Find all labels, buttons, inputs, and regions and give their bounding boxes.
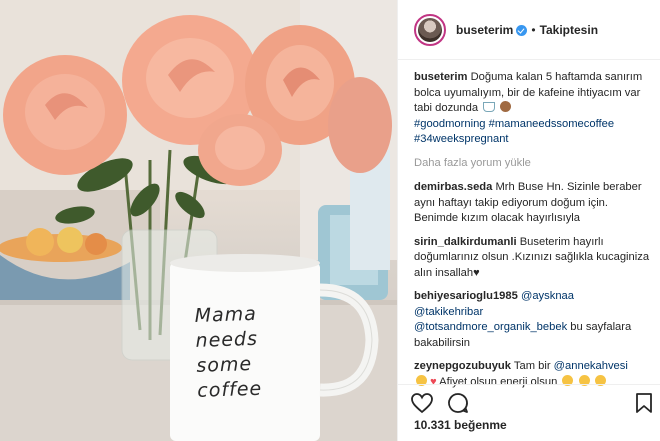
- bookmark-icon[interactable]: [632, 391, 656, 415]
- see-no-evil-monkey-emoji-icon: [500, 101, 512, 112]
- comment-text: Tam bir: [513, 360, 551, 372]
- comment-username[interactable]: demirbas.seda: [414, 181, 492, 193]
- comment-list: buseterim Doğuma kalan 5 haftamda sanırı…: [414, 70, 650, 398]
- comment: behiyesarioglu1985 @aysknaa @takikehriba…: [414, 289, 650, 351]
- heart-icon[interactable]: [410, 391, 434, 415]
- post-sidebar: buseterim • Takiptesin buseterim Doğuma …: [397, 0, 660, 441]
- post-header: buseterim • Takiptesin: [398, 0, 660, 60]
- caption-username[interactable]: buseterim: [414, 71, 467, 83]
- comment-username[interactable]: sirin_dalkirdumanli: [414, 236, 517, 248]
- mention-link[interactable]: @totsandmore_organik_bebek: [414, 321, 567, 333]
- comment: sirin_dalkirdumanli Buseterim hayırlı do…: [414, 235, 650, 282]
- mention-link[interactable]: @aysknaa: [521, 290, 574, 302]
- verified-badge-icon: [516, 25, 528, 36]
- load-more-comments[interactable]: Daha fazla yorum yükle: [414, 156, 650, 172]
- hashtag[interactable]: #mamaneedssomecoffee: [489, 118, 614, 130]
- mug-text: Mama needs some coffee: [194, 300, 307, 404]
- post-photo[interactable]: Mama needs some coffee: [0, 0, 397, 441]
- action-bar: [398, 384, 660, 418]
- coffee-emoji-icon: [483, 102, 496, 112]
- comment-username[interactable]: behiyesarioglu1985: [414, 290, 518, 302]
- mug-text-line: Mama: [194, 302, 258, 327]
- separator-dot: •: [531, 22, 536, 37]
- following-button[interactable]: Takiptesin: [540, 23, 598, 37]
- hashtag[interactable]: #goodmorning: [414, 118, 486, 130]
- mug-text-line: some: [196, 352, 253, 377]
- avatar[interactable]: [414, 13, 446, 46]
- mention-link[interactable]: @annekahvesi: [554, 360, 628, 372]
- caption: buseterim Doğuma kalan 5 haftamda sanırı…: [414, 70, 650, 148]
- avatar-image: [418, 17, 442, 42]
- likes-count[interactable]: 10.331 beğenme: [414, 418, 507, 432]
- comment-icon[interactable]: [446, 391, 470, 415]
- instagram-post: Mama needs some coffee buseterim • Takip…: [0, 0, 660, 441]
- comment: demirbas.seda Mrh Buse Hn. Sizinle berab…: [414, 180, 650, 227]
- mention-link[interactable]: @takikehribar: [414, 306, 483, 318]
- mug-text-line: needs: [195, 327, 259, 352]
- comment-username[interactable]: zeynepgozubuyuk: [414, 360, 511, 372]
- hashtag[interactable]: #34weekspregnant: [414, 133, 509, 145]
- header-username[interactable]: buseterim: [456, 23, 513, 37]
- mug-text-line: coffee: [196, 377, 263, 402]
- black-heart-icon: ♥: [473, 266, 480, 279]
